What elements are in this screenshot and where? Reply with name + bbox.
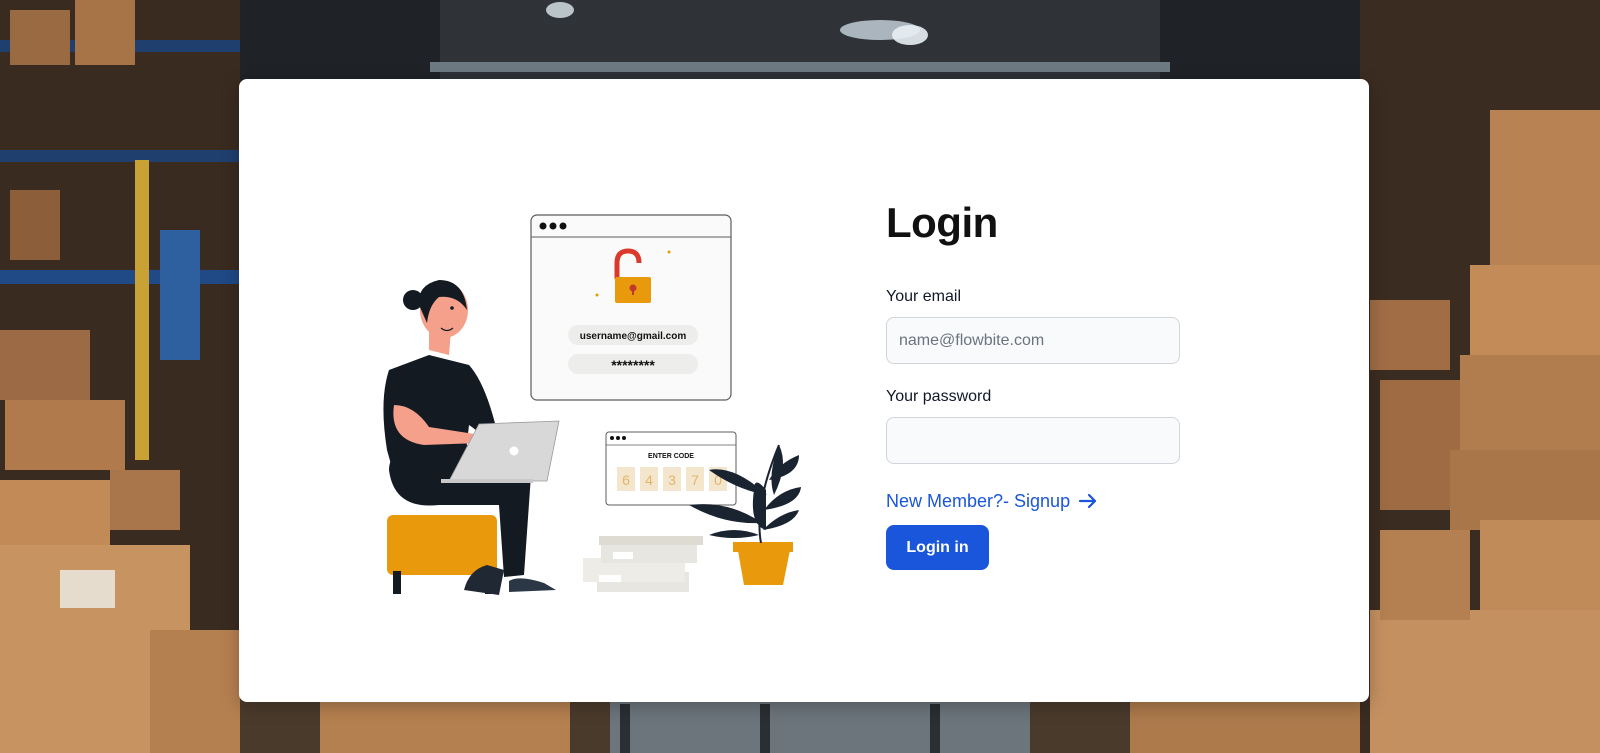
login-card: username@gmail.com ******** ENTER CODE 6… [239, 79, 1369, 702]
login-illustration: username@gmail.com ******** ENTER CODE 6… [383, 214, 801, 595]
login-button[interactable]: Login in [886, 525, 989, 570]
code-window-graphic: ENTER CODE 6 4 3 7 0 [605, 431, 737, 506]
storage-boxes-graphic [583, 536, 703, 592]
code-digit: 3 [668, 472, 676, 488]
page-title: Login [886, 199, 998, 246]
password-label: Your password [886, 388, 992, 405]
illustration-email-text: username@gmail.com [580, 331, 687, 342]
password-field[interactable] [886, 417, 1180, 464]
email-label: Your email [886, 288, 962, 305]
signup-link[interactable]: New Member?- Signup [886, 490, 1098, 512]
login-form: Login Your email Your password New Membe… [886, 199, 1180, 570]
code-digit: 6 [622, 472, 630, 488]
illustration-password-text: ******** [611, 357, 655, 373]
code-digit: 4 [645, 472, 653, 488]
email-field[interactable] [886, 317, 1180, 364]
code-digit: 7 [691, 472, 699, 488]
code-title: ENTER CODE [648, 453, 694, 460]
signup-link-label: New Member?- Signup [886, 491, 1071, 511]
browser-window-graphic: username@gmail.com ******** [530, 214, 732, 401]
arrow-right-icon [1078, 493, 1097, 509]
